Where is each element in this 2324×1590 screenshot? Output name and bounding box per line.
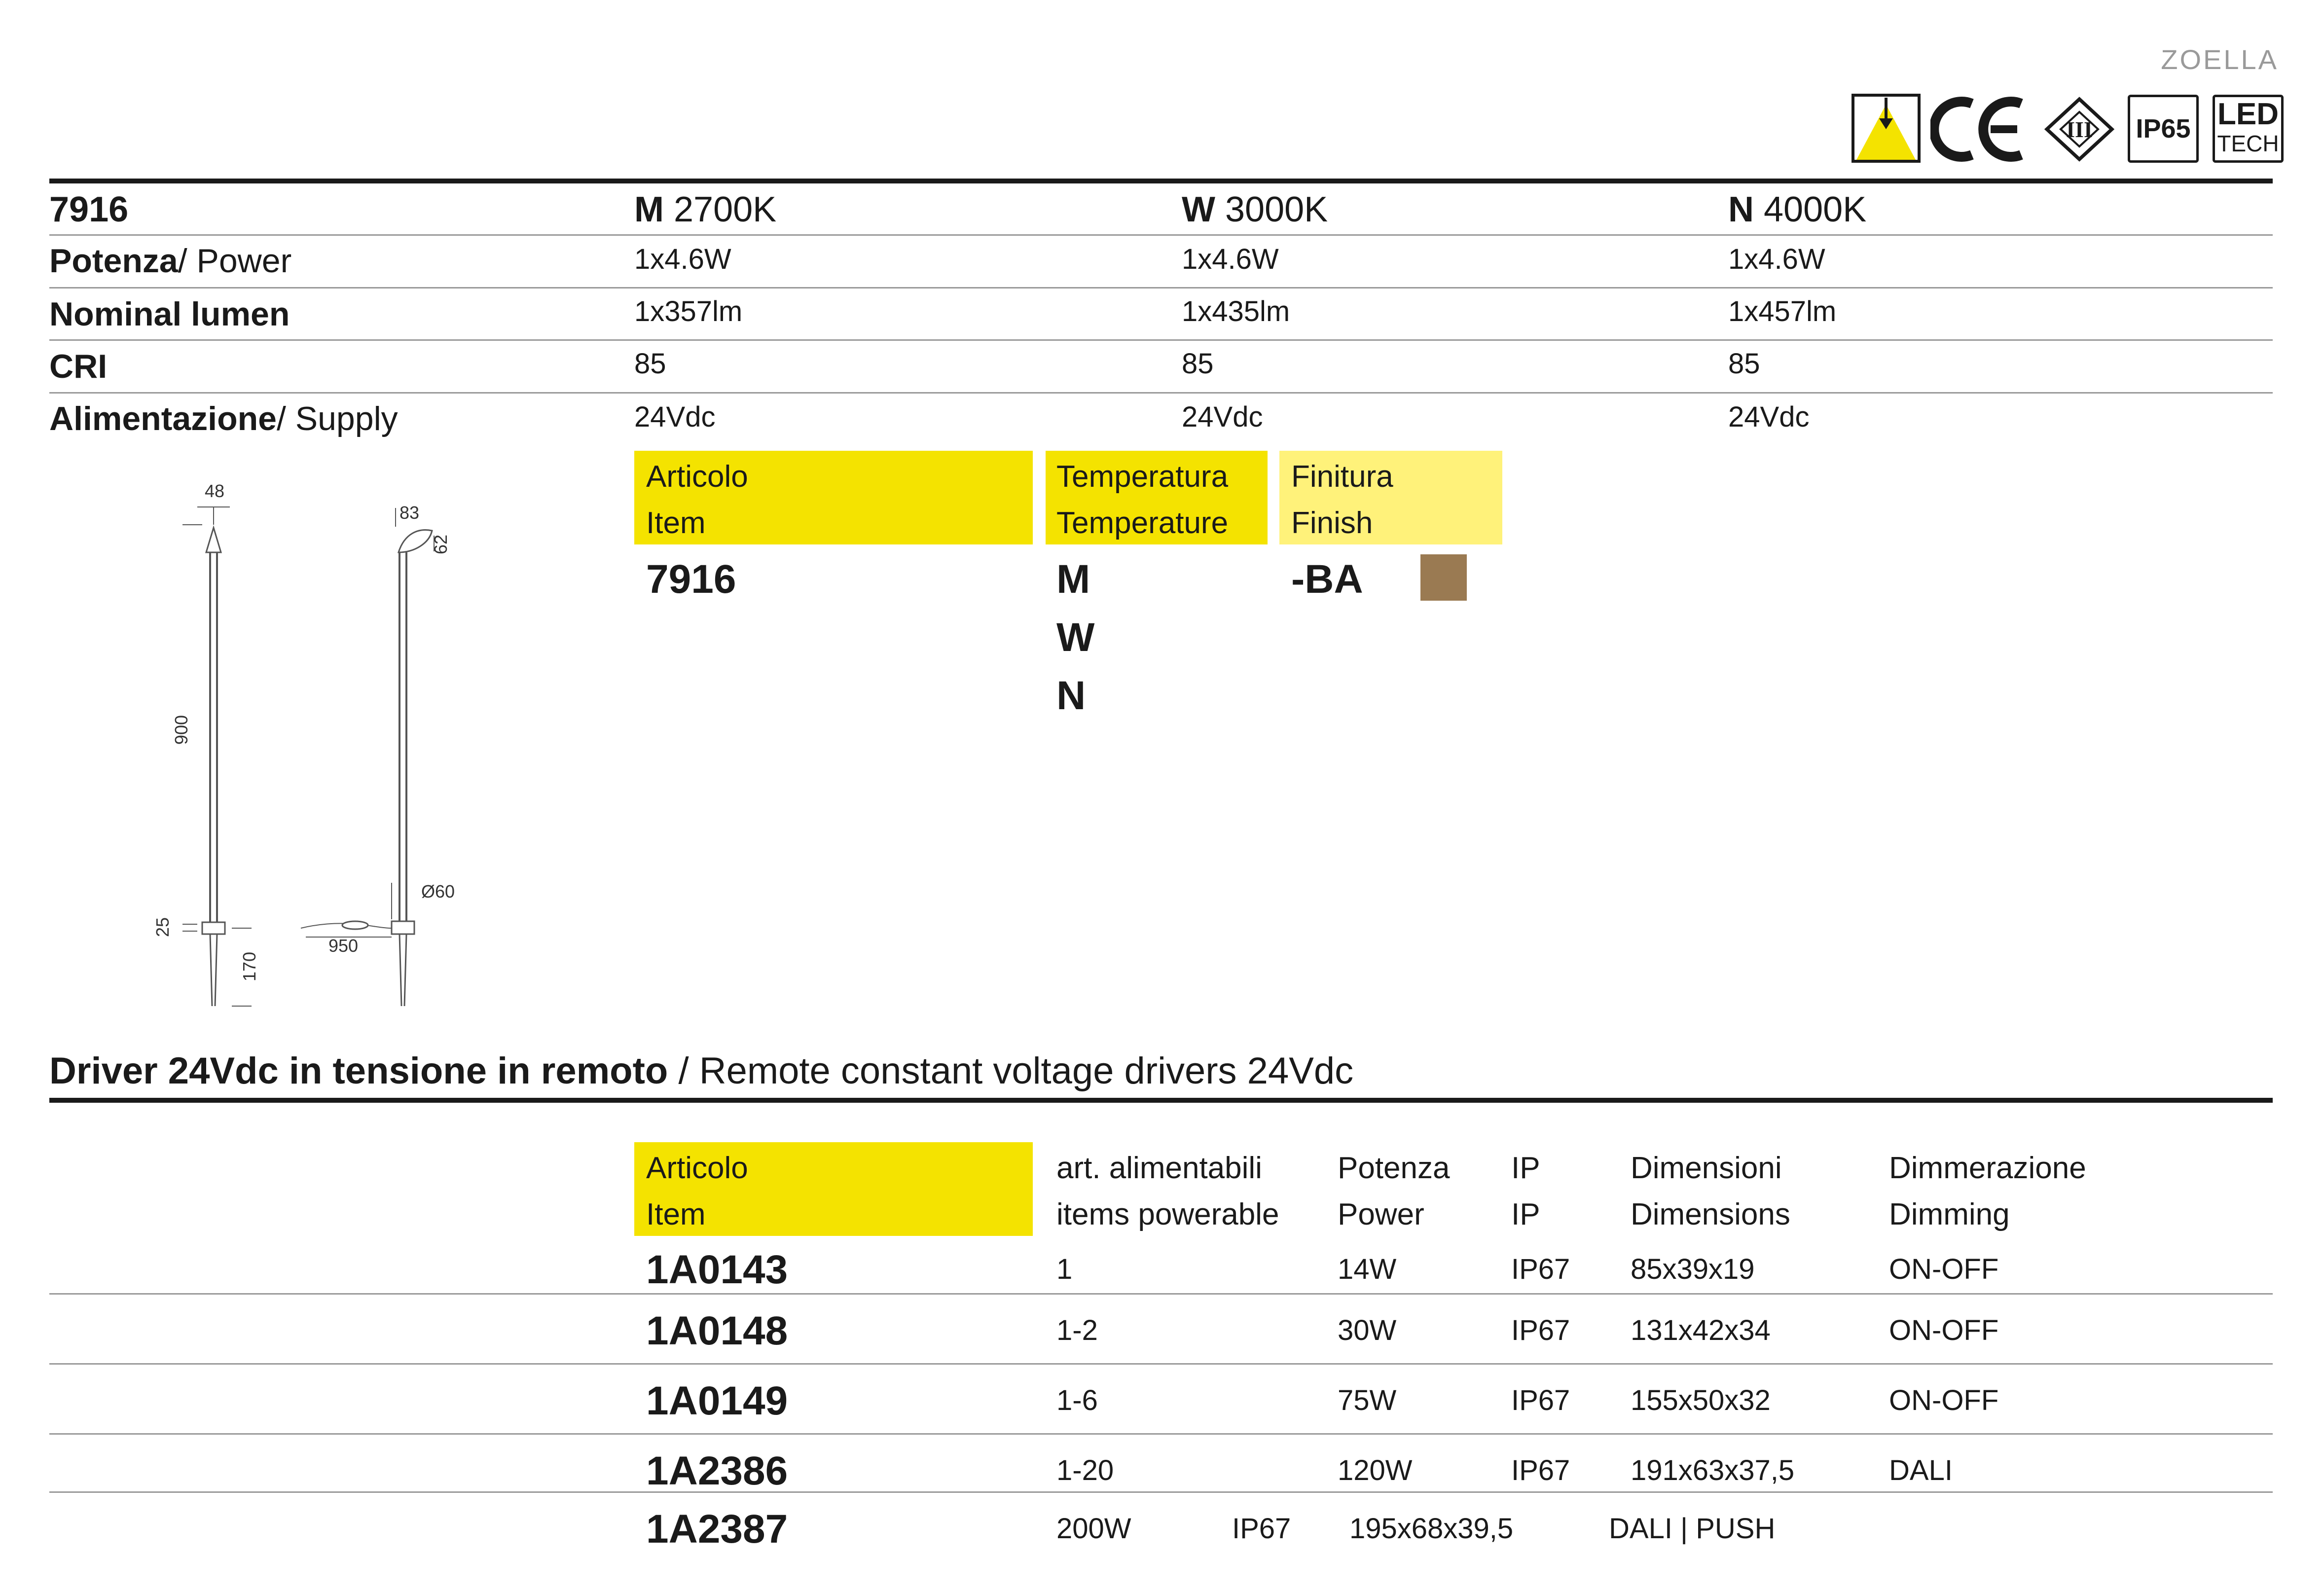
lumen-m: 1x357lm [634,295,743,327]
driver-rule-4 [49,1491,2273,1493]
driver-code: 1A2386 [646,1448,788,1493]
dim-25: 25 [152,917,173,937]
led-label: LED [2217,97,2279,131]
driver-header-item: Articolo Item [646,1151,748,1231]
led-tech-icon: LED TECH [2213,95,2285,164]
ip65-label: IP65 [2136,114,2191,144]
cri-m: 85 [634,348,666,380]
driver-power: 75W [1338,1384,1397,1416]
dim-diameter-60: Ø60 [421,881,455,902]
dim-62: 62 [431,535,451,554]
driver-dimming: ON-OFF [1889,1253,1999,1285]
driver-power: 14W [1338,1253,1397,1285]
col-header-w: W 3000K [1182,190,1328,229]
dim-48: 48 [205,481,224,501]
brand-name: ZOELLA [2161,44,2279,75]
dim-170: 170 [239,952,259,981]
driver-header-dimming: Dimmerazione Dimming [1889,1151,2086,1231]
drivers-top-rule [49,1098,2273,1103]
cri-n: 85 [1728,348,1760,380]
driver-dims: 85x39x19 [1631,1253,1755,1285]
driver-code: 1A2387 [646,1507,788,1552]
tech-label: TECH [2217,131,2279,156]
supply-n: 24Vdc [1728,401,1810,433]
light-output-icon [1852,94,1921,163]
order-item-code: 7916 [646,557,736,602]
driver-dims: 191x63x37,5 [1631,1454,1795,1486]
supply-w: 24Vdc [1182,401,1263,433]
driver-header-powerable: art. alimentabili items powerable [1056,1151,1279,1231]
driver-power: 200W [1056,1513,1131,1545]
dim-900: 900 [171,715,191,745]
lumen-w: 1x435lm [1182,295,1290,327]
driver-ip: IP67 [1232,1513,1291,1545]
driver-ip: IP67 [1511,1314,1570,1346]
driver-items: 1-2 [1056,1314,1098,1346]
driver-power: 30W [1338,1314,1397,1346]
driver-dims: 155x50x32 [1631,1384,1771,1416]
row-label-supply: Alimentazione/ Supply [49,400,398,437]
driver-rule-1 [49,1293,2273,1295]
order-temp-n: N [1056,673,1086,718]
supply-m: 24Vdc [634,401,716,433]
driver-rule-3 [49,1433,2273,1435]
dim-950: 950 [328,936,358,956]
driver-code: 1A0149 [646,1378,788,1423]
row-label-power: Potenza/ Power [49,242,292,280]
dim-83: 83 [399,503,419,523]
driver-dimming: ON-OFF [1889,1314,1999,1346]
order-temp-m: M [1056,557,1090,602]
class-iii-icon: III [2044,96,2115,162]
spec-rule-4 [49,392,2273,394]
driver-code: 1A0148 [646,1308,788,1353]
temperature-header: Temperatura Temperature [1056,460,1229,540]
driver-header-ip: IP IP [1511,1151,1540,1231]
technical-drawing: 48 900 25 170 83 62 950 Ø60 [152,481,455,1007]
cri-w: 85 [1182,348,1214,380]
spec-rule-1 [49,234,2273,236]
power-m: 1x4.6W [634,243,731,275]
driver-dimming: DALI [1889,1454,1953,1486]
spec-rule-3 [49,339,2273,341]
spec-rule-2 [49,287,2273,289]
row-label-cri: CRI [49,348,108,385]
driver-dims: 131x42x34 [1631,1314,1771,1346]
ip65-icon: IP65 [2128,95,2200,164]
driver-code: 1A0143 [646,1247,788,1292]
order-temp-w: W [1056,615,1095,660]
spec-top-rule [49,179,2273,183]
ce-mark-icon [1929,95,2029,164]
power-n: 1x4.6W [1728,243,1825,275]
driver-dims: 195x68x39,5 [1349,1513,1514,1545]
driver-header-dimensions: Dimensioni Dimensions [1631,1151,1790,1231]
lumen-n: 1x457lm [1728,295,1837,327]
driver-header-power: Potenza Power [1338,1151,1450,1231]
product-code: 7916 [49,190,129,229]
finish-header: Finitura Finish [1291,460,1393,540]
driver-items: 1-20 [1056,1454,1114,1486]
driver-power: 120W [1338,1454,1413,1486]
driver-items: 1 [1056,1253,1073,1285]
side-view [300,508,435,1007]
driver-items: 1-6 [1056,1384,1098,1416]
driver-dimming: DALI | PUSH [1609,1513,1776,1545]
svg-text:III: III [2066,117,2093,142]
driver-ip: IP67 [1511,1253,1570,1285]
driver-dimming: ON-OFF [1889,1384,1999,1416]
finish-swatch [1420,554,1467,601]
drivers-title: Driver 24Vdc in tensione in remoto / Rem… [49,1050,1354,1092]
driver-ip: IP67 [1511,1384,1570,1416]
item-header: Articolo Item [646,460,748,540]
power-w: 1x4.6W [1182,243,1279,275]
front-view [182,506,252,1007]
driver-rule-2 [49,1363,2273,1365]
col-header-m: M 2700K [634,190,777,229]
order-finish-code: -BA [1291,557,1363,602]
driver-ip: IP67 [1511,1454,1570,1486]
row-label-lumen: Nominal lumen [49,295,290,333]
col-header-n: N 4000K [1728,190,1867,229]
